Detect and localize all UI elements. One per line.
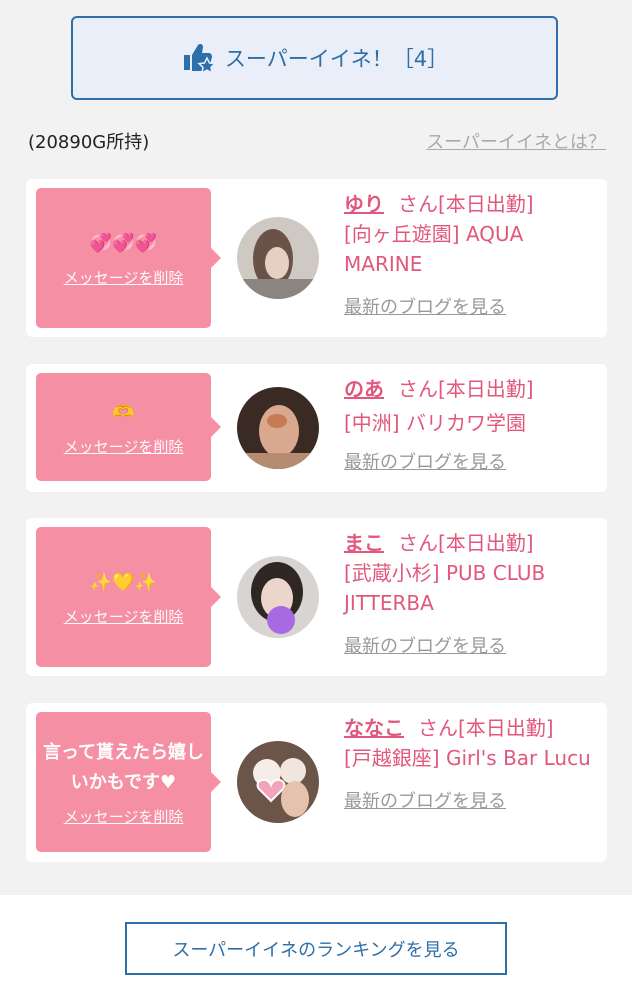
attendance-status: さん[本日出勤]: [418, 716, 554, 740]
delete-message-link[interactable]: メッセージを削除: [64, 806, 184, 827]
avatar[interactable]: [237, 741, 319, 823]
avatar[interactable]: [237, 217, 319, 299]
profile-info: ゆり さん[本日出勤] [向ヶ丘遊園] AQUA MARINE 最新のブログを見る: [344, 189, 597, 323]
message-card: 🫶 メッセージを削除 のあ さん[本日出勤] [中洲] バリカワ学園 最新のブログ…: [26, 364, 607, 492]
shop-link[interactable]: [戸越銀座] Girl's Bar Lucu: [344, 743, 597, 773]
message-bubble: 言って貰えたら嬉しいかもです♥ メッセージを削除: [36, 712, 221, 852]
girl-name-link[interactable]: ななこ: [344, 716, 404, 740]
delete-message-link[interactable]: メッセージを削除: [64, 436, 184, 457]
about-super-iine-link[interactable]: スーパーイイネとは？: [426, 128, 606, 154]
delete-message-link[interactable]: メッセージを削除: [64, 606, 184, 627]
blog-link[interactable]: 最新のブログを見る: [344, 297, 506, 318]
message-card: ✨💛✨ メッセージを削除 まこ さん[本日出勤] [武蔵小杉] PUB CLUB …: [26, 518, 607, 676]
attendance-status: さん[本日出勤]: [398, 192, 534, 216]
delete-message-link[interactable]: メッセージを削除: [64, 267, 184, 288]
message-card: 言って貰えたら嬉しいかもです♥ メッセージを削除 ななこ さん[本日出勤] [戸越…: [26, 703, 607, 862]
ranking-button[interactable]: スーパーイイネのランキングを見る: [125, 922, 507, 975]
owned-points: (20890G所持): [28, 132, 150, 153]
message-card: 💞💞💞 メッセージを削除 ゆり さん[本日出勤] [向ヶ丘遊園] AQUA MAR…: [26, 179, 607, 337]
attendance-status: さん[本日出勤]: [398, 531, 534, 555]
super-iine-button[interactable]: スーパーイイネ！［4］: [71, 16, 558, 100]
girl-name-link[interactable]: ゆり: [344, 192, 384, 216]
super-iine-label: スーパーイイネ！［4］: [224, 47, 449, 71]
shop-link[interactable]: [向ヶ丘遊園] AQUA MARINE: [344, 219, 597, 279]
blog-link[interactable]: 最新のブログを見る: [344, 791, 506, 812]
attendance-status: さん[本日出勤]: [398, 377, 534, 401]
message-text: 🫶: [112, 401, 135, 423]
blog-link[interactable]: 最新のブログを見る: [344, 452, 506, 473]
shop-link[interactable]: [中洲] バリカワ学園: [344, 408, 597, 438]
blog-link[interactable]: 最新のブログを見る: [344, 636, 506, 657]
message-bubble: 🫶 メッセージを削除: [36, 373, 221, 481]
message-text: 💞💞💞: [89, 232, 158, 254]
profile-info: のあ さん[本日出勤] [中洲] バリカワ学園 最新のブログを見る: [344, 374, 597, 478]
avatar[interactable]: [237, 387, 319, 469]
girl-name-link[interactable]: のあ: [344, 377, 384, 401]
thumbs-up-star-icon: [183, 43, 215, 75]
message-text: 言って貰えたら嬉しいかもです♥: [42, 741, 205, 793]
profile-info: ななこ さん[本日出勤] [戸越銀座] Girl's Bar Lucu 最新のブロ…: [344, 713, 597, 817]
profile-info: まこ さん[本日出勤] [武蔵小杉] PUB CLUB JITTERBA 最新のブ…: [344, 528, 597, 662]
message-text: ✨💛✨: [89, 571, 158, 593]
avatar[interactable]: [237, 556, 319, 638]
footer: スーパーイイネのランキングを見る: [0, 895, 632, 1000]
girl-name-link[interactable]: まこ: [344, 531, 384, 555]
shop-link[interactable]: [武蔵小杉] PUB CLUB JITTERBA: [344, 558, 597, 618]
message-bubble: 💞💞💞 メッセージを削除: [36, 188, 221, 328]
message-bubble: ✨💛✨ メッセージを削除: [36, 527, 221, 667]
